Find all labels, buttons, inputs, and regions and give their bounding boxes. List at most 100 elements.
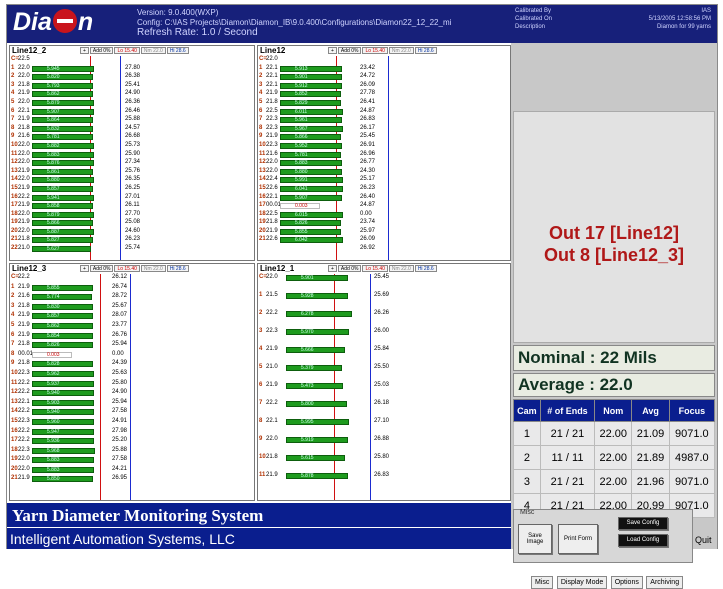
diameter-bar: 5.919 [286, 437, 348, 443]
tab-misc[interactable]: Misc [531, 576, 554, 589]
table-row: 19 21.8 5.826 23.74 [258, 219, 510, 228]
lo-limit-button[interactable]: Lo 15.40 [114, 265, 140, 272]
table-row: 11 22.2 5.937 25.80 [10, 380, 254, 390]
table-row: 18 22.0 5.879 27.70 [10, 211, 254, 220]
hi-limit-button[interactable]: Hi 28.6 [166, 265, 189, 272]
end-index: 13 [11, 398, 18, 405]
hi-limit-button[interactable]: Hi 28.6 [414, 47, 437, 54]
cam-ends: 21 / 21 [539, 469, 596, 494]
diameter-value: 22.3 [18, 446, 30, 453]
hairiness-value: 25.17 [360, 176, 376, 183]
table-row: 8 22.1 5.995 27.10 [258, 418, 510, 436]
table-row: 19 21.9 5.866 25.08 [10, 219, 254, 228]
bar-value: 5.962 [47, 370, 60, 377]
diameter-value: 21.9 [18, 312, 30, 319]
bar-value: 5.830 [47, 303, 60, 310]
hairiness-value: 25.63 [112, 369, 128, 376]
hairiness-value: 24.60 [125, 227, 141, 234]
end-index: 12 [11, 159, 18, 166]
end-index: 20 [11, 227, 18, 234]
diameter-bar: 5.945 [32, 65, 95, 72]
end-index: 11 [11, 379, 18, 386]
end-index: 20 [259, 227, 266, 234]
bar-value: 5.883 [295, 160, 308, 167]
bar-value: 5.879 [47, 211, 60, 218]
table-row: 14 22.4 5.991 25.17 [258, 176, 510, 185]
hairiness-value: 24.90 [112, 389, 128, 396]
quit-button[interactable]: Quit [695, 535, 712, 545]
diameter-bar: 5.828 [32, 361, 94, 368]
column-header: Avg [631, 399, 670, 422]
bar-value: 5.883 [47, 151, 60, 158]
bar-value: 5.826 [47, 342, 60, 349]
hairiness-value: 26.09 [360, 81, 376, 88]
tab-archiving[interactable]: Archiving [646, 576, 684, 589]
save-image-button[interactable]: Save Image [518, 524, 552, 554]
end-index: 1 [259, 64, 263, 71]
cam-focus: 4987.0 [668, 445, 716, 470]
end-index: 6 [11, 331, 15, 338]
hairiness-value: 25.76 [125, 167, 141, 174]
end-index: 19 [11, 456, 18, 463]
tab-options[interactable]: Options [610, 576, 643, 589]
diameter-value: 21.9 [18, 283, 30, 290]
table-row: 3 21 / 21 22.00 21.96 9071.0 [513, 469, 716, 494]
diameter-value: 21.6 [266, 150, 278, 157]
line-panel: Line12_3 + Add 0% Lo 15.40 Nm 22.0 Hi 28.6 C= 2… [9, 263, 255, 501]
panel-plus-button[interactable]: + [328, 265, 337, 272]
tab-display-mode[interactable]: Display Mode [556, 576, 608, 589]
hi-limit-button[interactable]: Hi 28.6 [414, 265, 437, 272]
hairiness-value: 26.18 [374, 400, 390, 406]
bar-value: 5.473 [301, 383, 314, 389]
table-row: 2 22.2 6.278 26.26 [258, 310, 510, 328]
panel-plus-button[interactable]: + [80, 47, 89, 54]
diameter-value: 21.9 [18, 184, 30, 191]
load-config-button[interactable]: Load Config [618, 534, 668, 547]
bar-value: 6.015 [295, 211, 308, 218]
lo-limit-button[interactable]: Lo 15.40 [362, 47, 388, 54]
hairiness-value: 25.80 [374, 454, 390, 460]
hairiness-value: 0.00 [360, 210, 372, 217]
panel-add-button[interactable]: Add 0% [89, 265, 114, 272]
save-config-button[interactable]: Save Config [618, 517, 668, 530]
bar-value: 5.828 [47, 361, 60, 368]
table-row: 5 21.9 5.862 23.77 [10, 322, 254, 332]
table-row: 7 22.2 5.800 26.18 [258, 400, 510, 418]
diameter-value: 21.6 [18, 133, 30, 140]
nominal-button[interactable]: Nm 22.0 [388, 265, 414, 272]
diameter-value: 22.0 [18, 141, 30, 148]
end-index: 7 [259, 400, 263, 406]
table-row: 7 22.3 5.961 26.83 [258, 116, 510, 125]
print-form-button[interactable]: Print Form [558, 524, 598, 554]
panel-add-button[interactable]: Add 0% [89, 47, 114, 54]
table-row: 8 00.01 0.003 0.00 [10, 351, 254, 361]
bar-value: 5.800 [301, 401, 314, 407]
bar-value: 5.615 [301, 455, 314, 461]
diameter-bar: 5.967 [280, 125, 343, 132]
panel-plus-button[interactable]: + [328, 47, 337, 54]
nominal-button[interactable]: Nm 22.0 [388, 47, 414, 54]
alarm-output: Out 17 [Line12] [548, 223, 680, 243]
diameter-value: 21.9 [266, 346, 278, 352]
diameter-bar: 5.858 [32, 203, 94, 210]
diameter-value: 22.0 [18, 210, 30, 217]
panel-add-button[interactable]: Add 0% [337, 265, 362, 272]
diameter-value: 00.01 [18, 350, 34, 357]
lo-limit-button[interactable]: Lo 15.40 [114, 47, 140, 54]
diameter-value: 21.6 [18, 293, 30, 300]
end-index: 15 [11, 184, 18, 191]
hairiness-value: 25.67 [112, 302, 128, 309]
cam-focus: 9071.0 [668, 421, 716, 446]
diameter-bar: 5.937 [32, 380, 95, 387]
cam-focus: 9071.0 [668, 469, 716, 494]
nominal-button[interactable]: Nm 22.0 [140, 47, 166, 54]
panel-limits: + Add 0% Lo 15.40 Nm 22.0 Hi 28.6 [80, 47, 190, 55]
panel-plus-button[interactable]: + [80, 265, 89, 272]
panel-add-button[interactable]: Add 0% [337, 47, 362, 54]
table-row: C= 22.2 26.12 [10, 274, 254, 284]
lo-limit-button[interactable]: Lo 15.40 [362, 265, 388, 272]
nominal-button[interactable]: Nm 22.0 [140, 265, 166, 272]
hi-limit-button[interactable]: Hi 28.6 [166, 47, 189, 54]
diameter-value: 22.0 [18, 456, 30, 463]
end-index: 14 [11, 408, 18, 415]
